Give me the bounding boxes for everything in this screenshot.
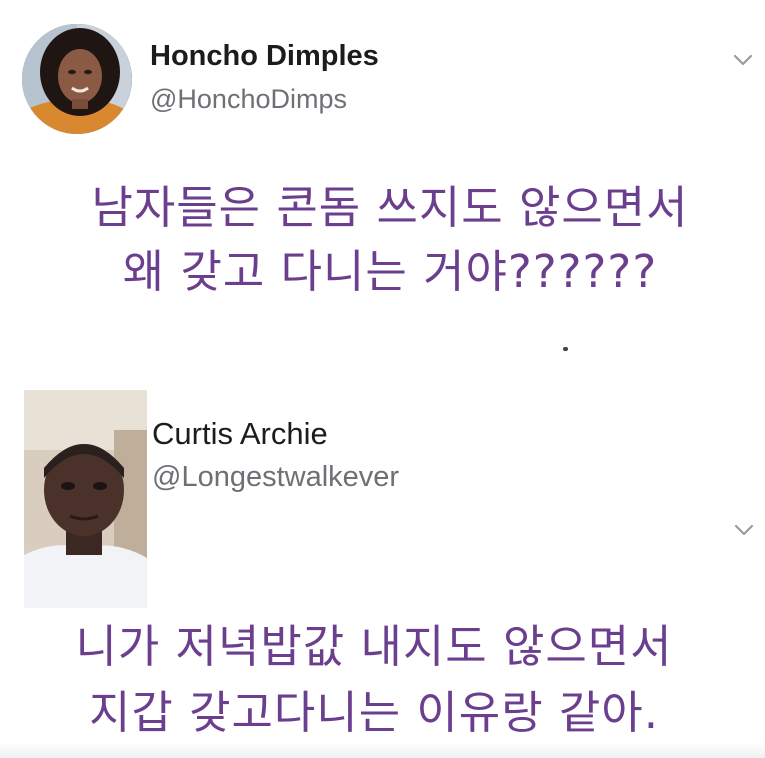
tweet-1: Honcho Dimples @HonchoDimps 남자들은 콘돔 쓰지도 … bbox=[0, 0, 765, 385]
display-name[interactable]: Honcho Dimples bbox=[150, 40, 379, 73]
user-handle[interactable]: @HonchoDimps bbox=[150, 84, 347, 115]
avatar[interactable] bbox=[22, 24, 132, 134]
tweet-text-line: 지갑 갖고다니는 이유랑 같아. bbox=[88, 686, 660, 739]
tweet-text: 남자들은 콘돔 쓰지도 않으면서 왜 갖고 다니는 거야?????? bbox=[40, 176, 740, 304]
avatar[interactable] bbox=[24, 390, 147, 608]
tweet-text: 니가 저녁밥값 내지도 않으면서 지갑 갖고다니는 이유랑 같아. bbox=[14, 614, 734, 746]
tweet-text-line: 남자들은 콘돔 쓰지도 않으면서 bbox=[91, 181, 689, 234]
avatar-photo bbox=[24, 390, 147, 608]
user-handle[interactable]: @Longestwalkever bbox=[152, 461, 399, 494]
avatar-photo bbox=[22, 24, 132, 134]
chevron-down-icon[interactable] bbox=[732, 52, 754, 68]
tweet-thread-screenshot: Honcho Dimples @HonchoDimps 남자들은 콘돔 쓰지도 … bbox=[0, 0, 765, 758]
chevron-down-icon[interactable] bbox=[733, 522, 755, 538]
display-name[interactable]: Curtis Archie bbox=[152, 416, 328, 452]
tweet-text-line: 니가 저녁밥값 내지도 않으면서 bbox=[75, 620, 673, 673]
tweet-text-line: 왜 갖고 다니는 거야?????? bbox=[122, 245, 658, 298]
artifact-dot bbox=[563, 347, 568, 351]
